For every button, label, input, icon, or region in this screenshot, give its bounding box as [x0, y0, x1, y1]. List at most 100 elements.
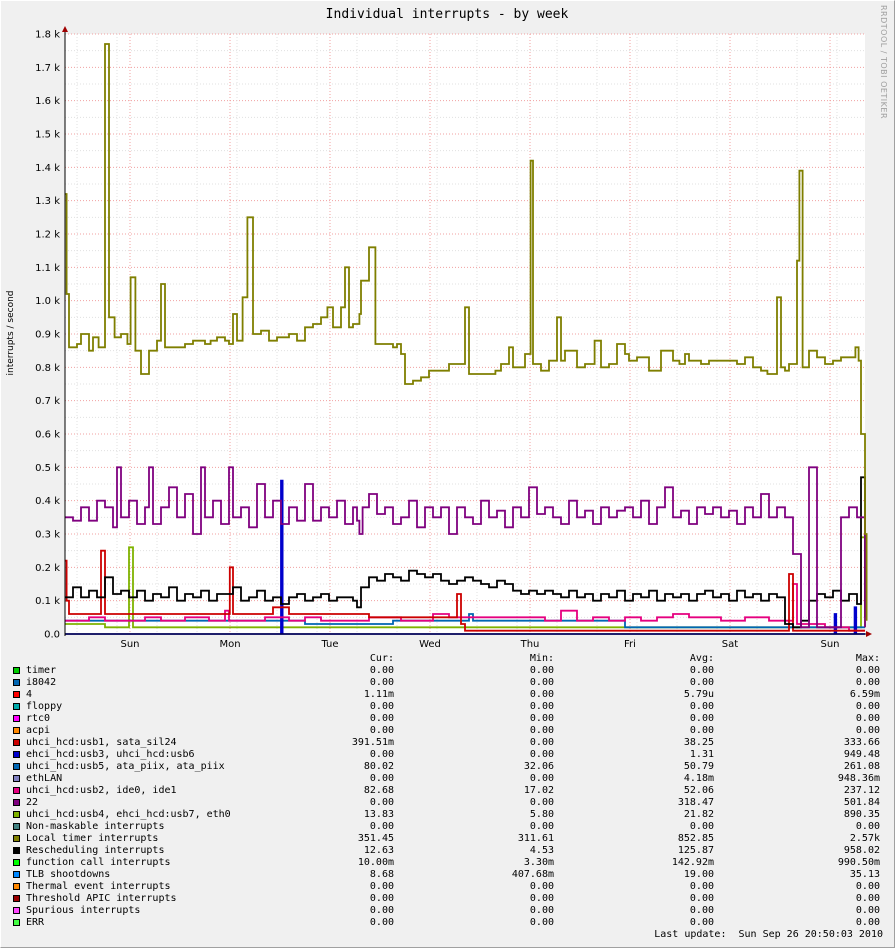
legend-avg: 0.00	[689, 677, 714, 688]
legend-avg: 21.82	[683, 809, 714, 820]
x-tick-label: Thu	[520, 639, 540, 650]
legend-name: Rescheduling interrupts	[26, 845, 165, 856]
legend-cur: 0.00	[369, 905, 394, 916]
legend-row: Non-maskable interrupts 0.00 0.00 0.00 0.00	[12, 821, 882, 833]
legend-swatch	[13, 919, 20, 926]
y-tick-label: 1.8 k	[35, 30, 60, 41]
legend-cur: 0.00	[369, 881, 394, 892]
legend-row: rtc0 0.00 0.00 0.00 0.00	[12, 713, 882, 725]
legend-swatch	[13, 835, 20, 842]
y-axis-arrow	[62, 26, 68, 32]
legend-row: Local timer interrupts 351.45 311.61 852.85…	[12, 833, 882, 845]
legend-swatch	[13, 679, 20, 686]
legend-avg: 5.79u	[683, 689, 714, 700]
legend-max: 0.00	[855, 893, 880, 904]
y-tick-label: 1.4 k	[35, 163, 60, 174]
legend-avg: 50.79	[683, 761, 714, 772]
legend-row: 22 0.00 0.00 318.47 501.84	[12, 797, 882, 809]
legend-swatch	[13, 787, 20, 794]
legend-row: 4 1.11m 0.00 5.79u 6.59m	[12, 689, 882, 701]
legend-min: 17.02	[523, 785, 554, 796]
legend-row: acpi 0.00 0.00 0.00 0.00	[12, 725, 882, 737]
legend-avg: 0.00	[689, 893, 714, 904]
legend-name: ethLAN	[26, 773, 63, 784]
legend-row: i8042 0.00 0.00 0.00 0.00	[12, 677, 882, 689]
legend-avg: 0.00	[689, 665, 714, 676]
legend-cur: 8.68	[369, 869, 394, 880]
legend-max: 261.08	[843, 761, 880, 772]
legend-min: 32.06	[523, 761, 554, 772]
legend-max: 6.59m	[849, 689, 880, 700]
legend-name: acpi	[26, 725, 51, 736]
legend-max: 501.84	[843, 797, 880, 808]
legend-max: 0.00	[855, 701, 880, 712]
legend-min: 0.00	[529, 737, 554, 748]
legend-min: 0.00	[529, 701, 554, 712]
y-tick-label: 0.5 k	[35, 463, 60, 474]
legend-max: 333.66	[843, 737, 880, 748]
legend-cur: 0.00	[369, 797, 394, 808]
x-tick-label: Sun	[820, 639, 839, 650]
legend-max: 0.00	[855, 725, 880, 736]
legend-max: 35.13	[849, 869, 880, 880]
y-tick-label: 0.1 k	[35, 596, 60, 607]
legend-min: 0.00	[529, 725, 554, 736]
legend-cur: 0.00	[369, 749, 394, 760]
legend-row: function call interrupts 10.00m 3.30m 142.9…	[12, 857, 882, 869]
legend-row: ethLAN 0.00 0.00 4.18m 948.36m	[12, 773, 882, 785]
legend-swatch	[13, 811, 20, 818]
legend-avg: 4.18m	[683, 773, 714, 784]
legend-max: 0.00	[855, 821, 880, 832]
legend-swatch	[13, 727, 20, 734]
x-tick-label: Fri	[624, 639, 636, 650]
legend-max: 0.00	[855, 713, 880, 724]
legend-avg: 142.92m	[671, 857, 714, 868]
y-tick-label: 0.7 k	[35, 396, 60, 407]
legend-max: 0.00	[855, 677, 880, 688]
legend-name: ERR	[26, 917, 45, 928]
legend-header-avg: Avg:	[689, 653, 714, 664]
legend-name: Local timer interrupts	[26, 833, 159, 844]
legend-name: rtc0	[26, 713, 51, 724]
legend-max: 0.00	[855, 665, 880, 676]
last-update: Last update: Sun Sep 26 20:50:03 2010	[654, 929, 883, 940]
legend-name: timer	[26, 665, 57, 676]
legend-min: 0.00	[529, 689, 554, 700]
y-tick-label: 1.2 k	[35, 230, 60, 241]
legend-name: Thermal event interrupts	[26, 881, 171, 892]
legend-swatch	[13, 907, 20, 914]
legend-cur: 80.02	[363, 761, 394, 772]
legend-avg: 0.00	[689, 713, 714, 724]
legend-name: Spurious interrupts	[26, 905, 141, 916]
legend-swatch	[13, 799, 20, 806]
legend-row: uhci_hcd:usb4, ehci_hcd:usb7, eth0 13.83 5…	[12, 809, 882, 821]
legend-name: uhci_hcd:usb5, ata_piix, ata_piix	[26, 761, 225, 772]
legend-avg: 52.06	[683, 785, 714, 796]
legend-min: 5.80	[529, 809, 554, 820]
legend-header-cur: Cur:	[369, 653, 394, 664]
legend-name: uhci_hcd:usb1, sata_sil24	[26, 737, 177, 748]
legend-cur: 82.68	[363, 785, 394, 796]
legend-max: 0.00	[855, 917, 880, 928]
legend-max: 990.50m	[837, 857, 880, 868]
legend-cur: 0.00	[369, 773, 394, 784]
legend-swatch	[13, 895, 20, 902]
legend-swatch	[13, 847, 20, 854]
legend-swatch	[13, 823, 20, 830]
legend-cur: 391.51m	[351, 737, 394, 748]
legend-cur: 351.45	[357, 833, 394, 844]
legend-swatch	[13, 871, 20, 878]
legend-cur: 13.83	[363, 809, 394, 820]
legend-name: uhci_hcd:usb2, ide0, ide1	[26, 785, 177, 796]
legend-cur: 0.00	[369, 821, 394, 832]
legend-min: 407.68m	[511, 869, 554, 880]
legend-row: uhci_hcd:usb5, ata_piix, ata_piix 80.02 32…	[12, 761, 882, 773]
legend-name: Threshold APIC interrupts	[26, 893, 177, 904]
legend-min: 0.00	[529, 713, 554, 724]
legend-min: 0.00	[529, 821, 554, 832]
legend-avg: 0.00	[689, 905, 714, 916]
legend-max: 949.48	[843, 749, 880, 760]
legend-header-min: Min:	[529, 653, 554, 664]
chart-title: Individual interrupts - by week	[326, 7, 569, 22]
legend-name: 4	[26, 689, 33, 700]
